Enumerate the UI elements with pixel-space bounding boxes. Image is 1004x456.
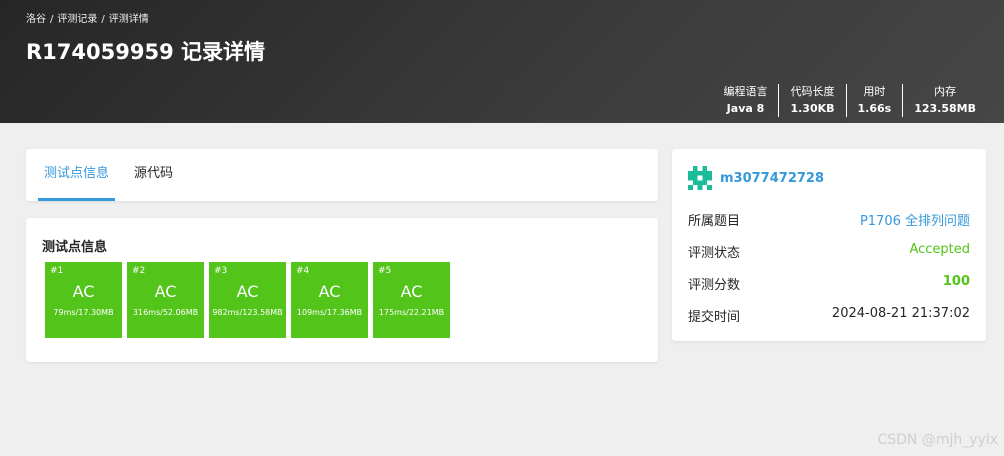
info-row-status: 评测状态 Accepted: [688, 242, 970, 261]
submit-time-value: 2024-08-21 21:37:02: [831, 306, 970, 321]
test-case-detail: 316ms/52.06MB: [132, 308, 199, 317]
test-case-5[interactable]: #5 AC 175ms/22.21MB: [373, 262, 450, 338]
page-title: R174059959 记录详情: [26, 40, 265, 64]
test-case-detail: 109ms/17.36MB: [296, 308, 363, 317]
tab-source-code[interactable]: 源代码: [134, 149, 173, 201]
test-case-detail: 982ms/123.58MB: [212, 308, 283, 317]
stat-value: 1.30KB: [790, 102, 835, 115]
breadcrumb: 洛谷 / 评测记录 / 评测详情: [26, 10, 149, 25]
record-stats: 编程语言 Java 8 代码长度 1.30KB 用时 1.66s 内存 123.…: [712, 84, 976, 117]
test-cases-card: 测试点信息 #1 AC 79ms/17.30MB #2 AC 316ms/52.…: [26, 218, 658, 362]
test-cases-title: 测试点信息: [42, 240, 108, 255]
test-case-4[interactable]: #4 AC 109ms/17.36MB: [291, 262, 368, 338]
test-case-status: AC: [236, 282, 259, 301]
test-case-list: #1 AC 79ms/17.30MB #2 AC 316ms/52.06MB #…: [45, 262, 450, 338]
status-value: Accepted: [909, 242, 970, 257]
stat-time: 用时 1.66s: [845, 84, 903, 117]
tab-test-info[interactable]: 测试点信息: [38, 149, 116, 201]
test-case-detail: 175ms/22.21MB: [378, 308, 445, 317]
breadcrumb-item-detail: 评测详情: [108, 14, 149, 25]
test-case-2[interactable]: #2 AC 316ms/52.06MB: [127, 262, 204, 338]
stat-value: 123.58MB: [914, 102, 976, 115]
stat-label: 编程语言: [723, 85, 768, 98]
test-case-number: #5: [378, 266, 392, 276]
test-case-status: AC: [318, 282, 341, 301]
breadcrumb-item-home[interactable]: 洛谷: [26, 14, 46, 25]
stat-value: Java 8: [726, 102, 765, 115]
stat-label: 用时: [863, 85, 886, 98]
user-avatar-icon: [688, 166, 712, 190]
test-case-detail: 79ms/17.30MB: [53, 308, 114, 317]
info-label: 所属题目: [688, 214, 741, 229]
test-case-number: #1: [50, 266, 64, 276]
test-case-number: #3: [214, 266, 228, 276]
breadcrumb-item-records[interactable]: 评测记录: [57, 14, 97, 25]
stat-label: 代码长度: [790, 85, 835, 98]
info-label: 评测分数: [688, 278, 741, 293]
test-case-number: #4: [296, 266, 310, 276]
stat-language: 编程语言 Java 8: [712, 84, 778, 117]
test-case-status: AC: [400, 282, 423, 301]
test-case-1[interactable]: #1 AC 79ms/17.30MB: [45, 262, 122, 338]
problem-link[interactable]: P1706 全排列问题: [860, 210, 970, 229]
test-case-status: AC: [154, 282, 177, 301]
stat-code-length: 代码长度 1.30KB: [778, 84, 845, 117]
info-label: 评测状态: [688, 246, 741, 261]
info-label: 提交时间: [688, 310, 741, 325]
score-value: 100: [942, 274, 970, 289]
test-case-status: AC: [72, 282, 95, 301]
breadcrumb-separator: /: [50, 14, 54, 25]
info-row-problem: 所属题目 P1706 全排列问题: [688, 210, 970, 229]
info-row-score: 评测分数 100: [688, 274, 970, 293]
watermark: CSDN @mjh_yylx: [877, 432, 998, 448]
page-header: 洛谷 / 评测记录 / 评测详情 R174059959 记录详情 编程语言 Java 8…: [0, 0, 1004, 123]
stat-label: 内存: [934, 85, 957, 98]
test-case-3[interactable]: #3 AC 982ms/123.58MB: [209, 262, 286, 338]
tabs-card: 测试点信息 源代码: [26, 149, 658, 201]
user-link[interactable]: m3077472728: [688, 166, 824, 190]
breadcrumb-separator: /: [101, 14, 105, 25]
stat-value: 1.66s: [857, 102, 892, 115]
test-case-number: #2: [132, 266, 146, 276]
username: m3077472728: [720, 170, 824, 186]
stat-memory: 内存 123.58MB: [902, 84, 976, 117]
record-info-card: m3077472728 所属题目 P1706 全排列问题 评测状态 Accept…: [672, 149, 986, 341]
info-row-submit-time: 提交时间 2024-08-21 21:37:02: [688, 306, 970, 325]
